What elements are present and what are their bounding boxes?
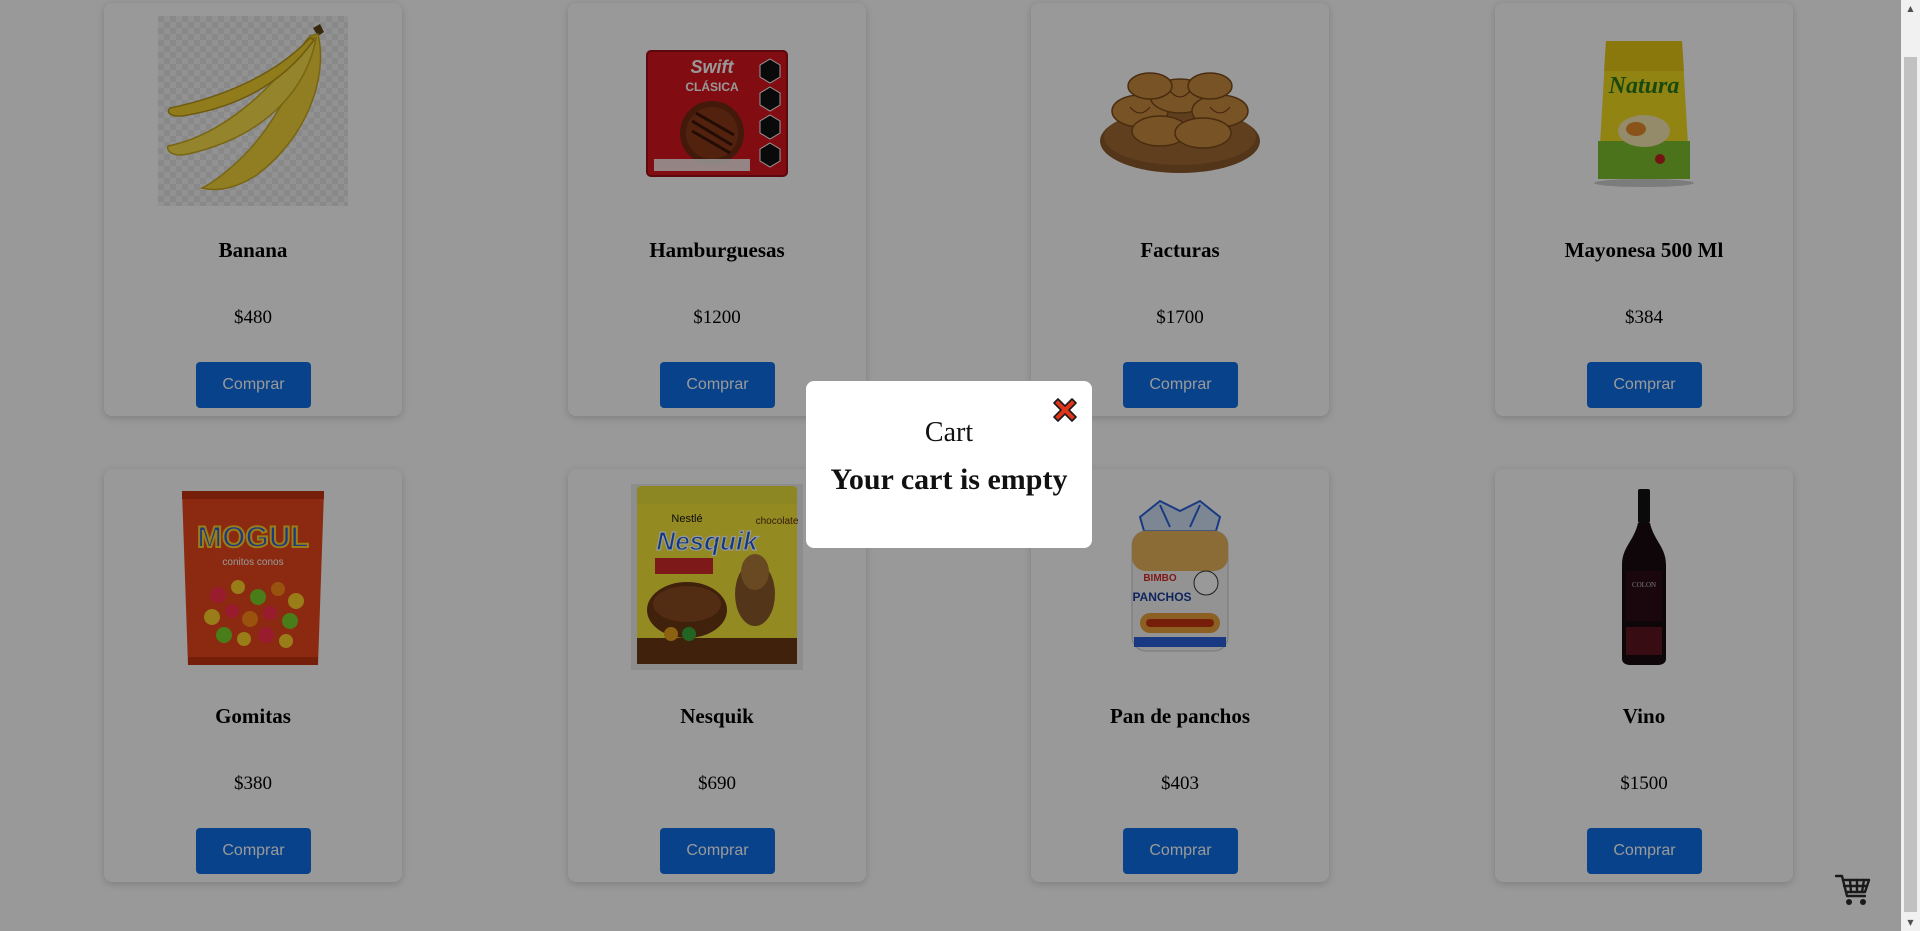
scroll-down-arrow-icon[interactable]: ▼ [1901,914,1920,931]
page: Banana $480 Comprar Swift CLÁSICA Hambur… [0,0,1901,931]
vertical-scrollbar[interactable]: ▲ ▼ [1901,0,1920,931]
empty-cart-message: Your cart is empty [830,463,1068,496]
cart-modal: Cart Your cart is empty [806,381,1092,548]
shopping-cart-icon[interactable] [1834,870,1872,908]
modal-title: Cart [924,417,974,448]
scrollbar-thumb[interactable] [1904,57,1917,912]
scroll-up-arrow-icon[interactable]: ▲ [1901,0,1920,17]
